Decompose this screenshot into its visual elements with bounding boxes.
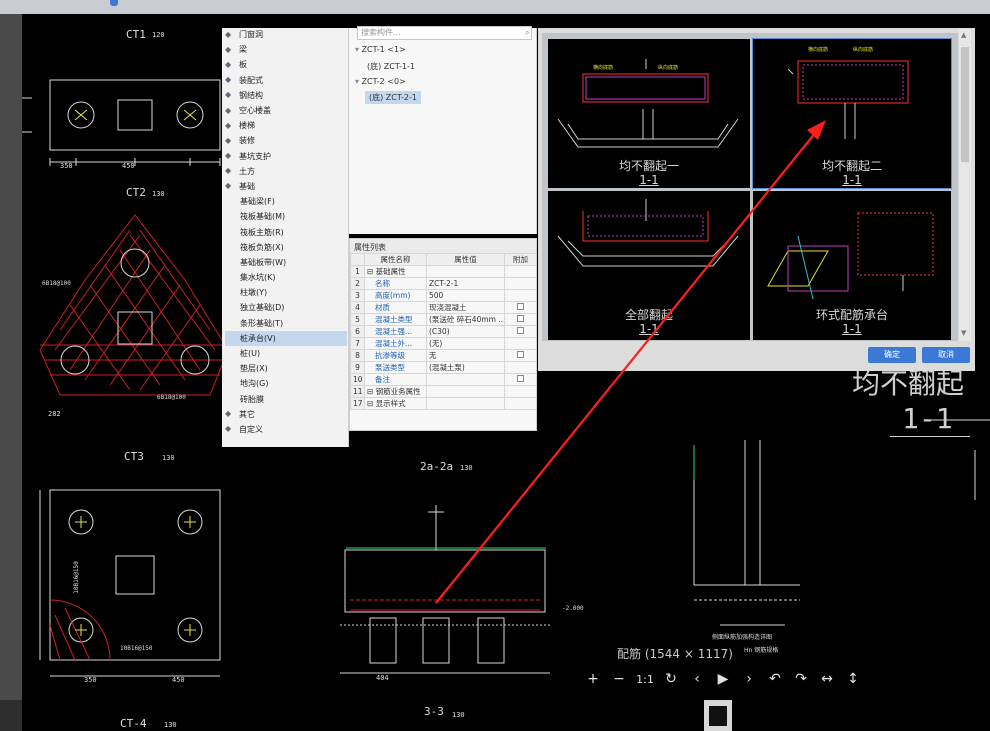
flip-vertical-icon[interactable]: ↕ [840, 671, 866, 687]
prev-icon[interactable]: ‹ [684, 671, 710, 687]
undo-icon[interactable]: ↶ [762, 671, 788, 687]
viewer-toolbar: + −1:1 ↻ ‹ ▶ › ↶ ↷ ↔ ↕ [580, 668, 866, 690]
rotate-icon[interactable]: ↻ [658, 671, 684, 687]
zoom-out-icon[interactable]: − [606, 671, 632, 687]
zoom-in-icon[interactable]: + [580, 671, 606, 687]
play-icon[interactable]: ▶ [710, 671, 736, 687]
redo-icon[interactable]: ↷ [788, 671, 814, 687]
next-icon[interactable]: › [736, 671, 762, 687]
annotation-arrow [435, 120, 826, 604]
thumbnail-preview [709, 706, 727, 726]
flip-horizontal-icon[interactable]: ↔ [814, 671, 840, 687]
image-thumbnail[interactable] [704, 700, 732, 731]
actual-size-icon[interactable]: 1:1 [632, 673, 658, 686]
image-viewer-title: 配筋 (1544 × 1117) [617, 647, 733, 661]
